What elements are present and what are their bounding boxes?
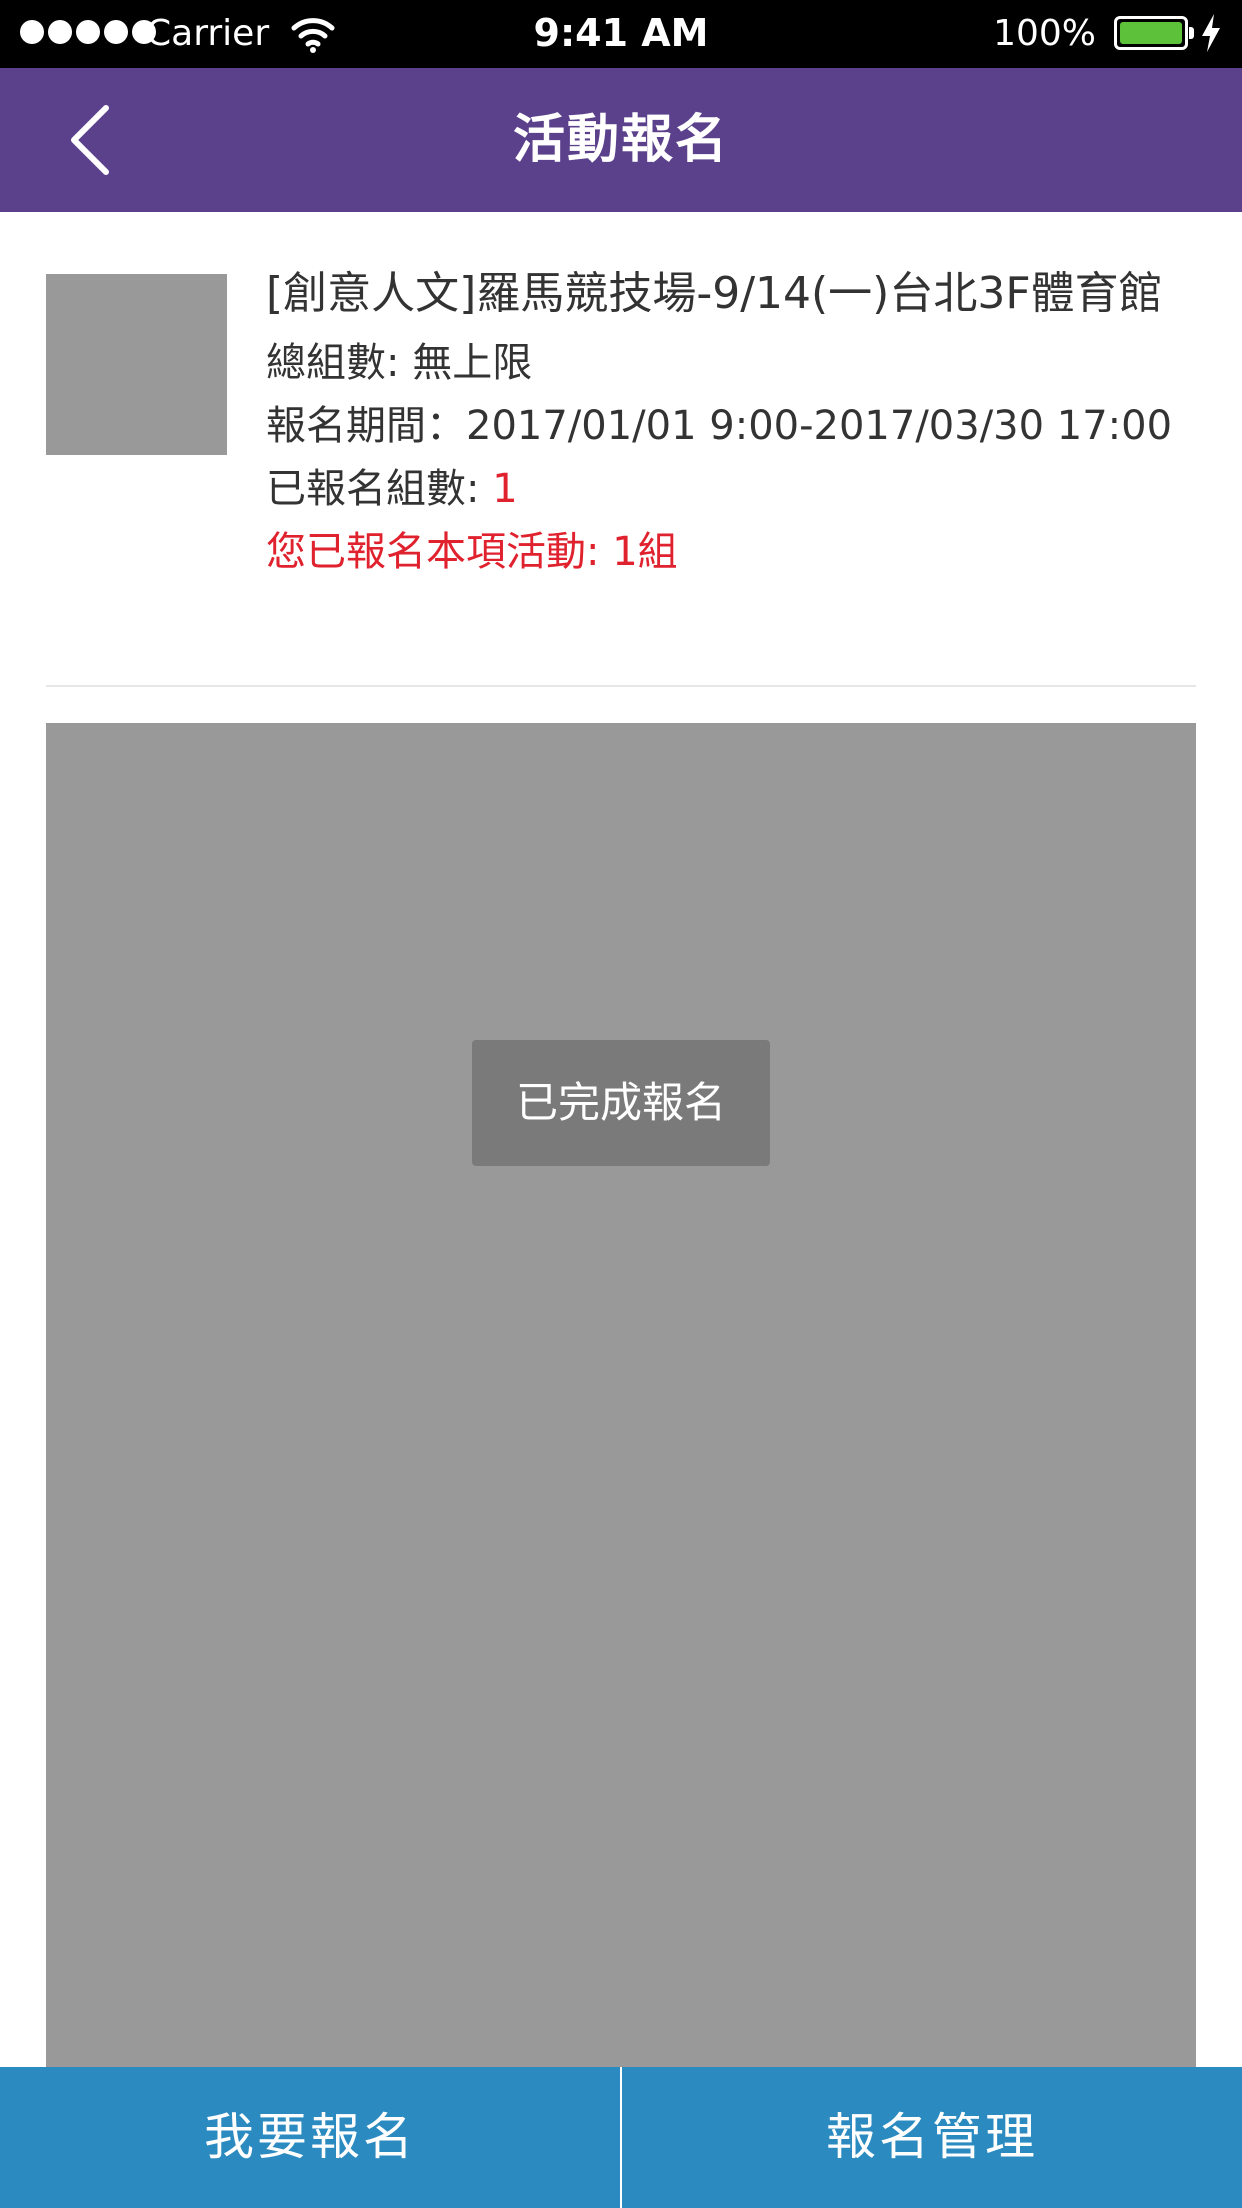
registered-groups-label: 已報名組數: <box>266 466 493 512</box>
charging-bolt-icon <box>1202 14 1220 52</box>
manage-registration-button[interactable]: 報名管理 <box>622 2067 1242 2208</box>
total-groups-label: 總組數: <box>266 340 413 386</box>
status-bar: Carrier 9:41 AM 100% <box>0 0 1242 68</box>
page-title: 活動報名 <box>512 110 729 170</box>
registration-period-label: 報名期間： <box>266 403 466 449</box>
registered-groups-row: 已報名組數: 1 <box>266 458 1206 521</box>
battery-icon <box>1114 16 1188 50</box>
register-button[interactable]: 我要報名 <box>0 2067 620 2208</box>
registered-groups-value: 1 <box>492 466 518 512</box>
registration-period-row: 報名期間：2017/01/01 9:00-2017/03/30 17:00 <box>266 395 1206 458</box>
event-title: [創意人文]羅馬競技場-9/14(一)台北3F體育館 <box>266 268 1163 319</box>
battery-tip <box>1189 27 1194 39</box>
event-thumbnail <box>46 274 227 455</box>
total-groups-value: 無上限 <box>412 340 533 386</box>
battery-percent: 100% <box>993 13 1096 54</box>
event-info: [創意人文]羅馬競技場-9/14(一)台北3F體育館 總組數: 無上限 報名期間… <box>266 266 1206 584</box>
bottom-action-bar: 我要報名 報名管理 <box>0 2067 1242 2208</box>
event-banner-image: 已完成報名 <box>46 723 1196 2068</box>
total-groups-row: 總組數: 無上限 <box>266 332 1206 395</box>
divider <box>46 685 1196 687</box>
back-chevron-icon[interactable] <box>56 104 128 176</box>
registration-complete-toast: 已完成報名 <box>472 1040 770 1166</box>
registration-period-value: 2017/01/01 9:00-2017/03/30 17:00 <box>466 403 1173 449</box>
navigation-bar: 活動報名 <box>0 68 1242 212</box>
my-registration-notice: 您已報名本項活動: 1組 <box>266 529 678 575</box>
